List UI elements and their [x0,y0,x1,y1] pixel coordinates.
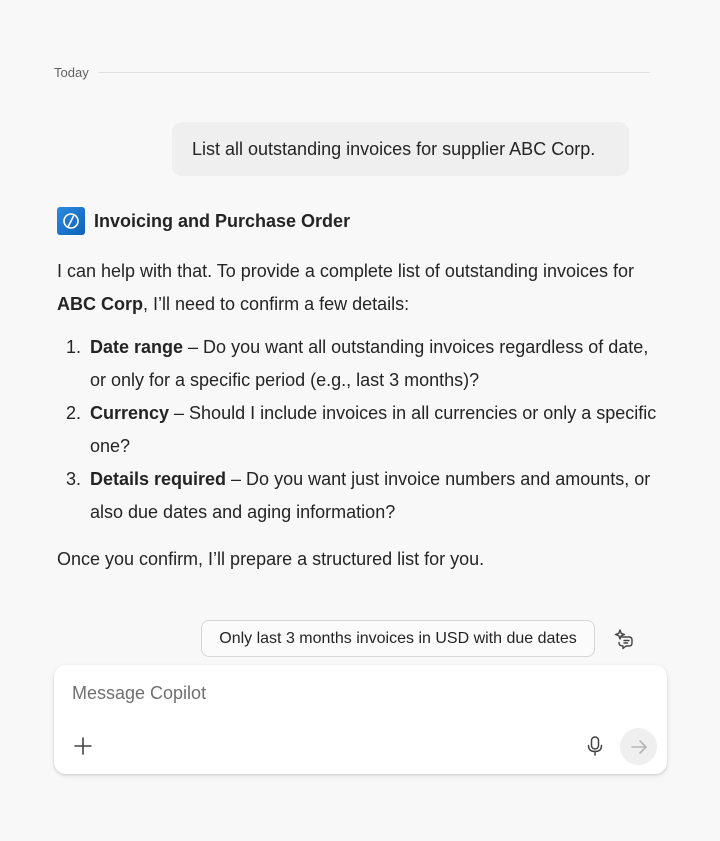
list-item-text: – Should I include invoices in all curre… [90,403,657,456]
list-item-title: Currency [90,403,170,423]
bot-intro-bold: ABC Corp [57,294,143,314]
list-item: 2. Currency – Should I include invoices i… [57,397,657,463]
agent-icon [57,207,85,235]
user-message-bubble: List all outstanding invoices for suppli… [172,122,629,176]
scroll-fade [0,580,720,620]
day-divider: Today [54,62,650,82]
message-composer [54,665,667,774]
list-item-number: 3. [66,469,82,489]
bot-intro: I can help with that. To provide a compl… [57,255,657,321]
list-item-title: Details required [90,469,227,489]
bot-question-list: 1. Date range – Do you want all outstandi… [57,331,657,529]
divider-line [98,71,650,73]
list-item: 3. Details required – Do you want just in… [57,463,657,529]
suggestion-chip[interactable]: Only last 3 months invoices in USD with … [201,620,595,657]
bot-intro-suffix: , I’ll need to confirm a few details: [143,294,410,314]
chat-window: Today List all outstanding invoices for … [0,0,720,841]
bot-header: Invoicing and Purchase Order [57,205,350,237]
microphone-icon[interactable] [582,733,608,759]
plus-icon[interactable] [70,733,96,759]
day-divider-label: Today [54,64,89,80]
suggestion-chip-label: Only last 3 months invoices in USD with … [219,629,577,647]
sparkle-prompt-icon[interactable] [610,624,640,654]
list-item-title: Date range [90,337,184,357]
bot-intro-prefix: I can help with that. To provide a compl… [57,261,634,281]
send-button[interactable] [620,728,657,765]
message-input[interactable] [72,677,632,709]
list-item-number: 1. [66,337,82,357]
bot-outro: Once you confirm, I’ll prepare a structu… [57,549,485,569]
list-item-number: 2. [66,403,82,423]
bot-name: Invoicing and Purchase Order [94,210,351,231]
user-message-text: List all outstanding invoices for suppli… [192,138,596,159]
arrow-right-icon [630,739,647,754]
list-item: 1. Date range – Do you want all outstandi… [57,331,657,397]
bot-message: I can help with that. To provide a compl… [57,255,657,576]
